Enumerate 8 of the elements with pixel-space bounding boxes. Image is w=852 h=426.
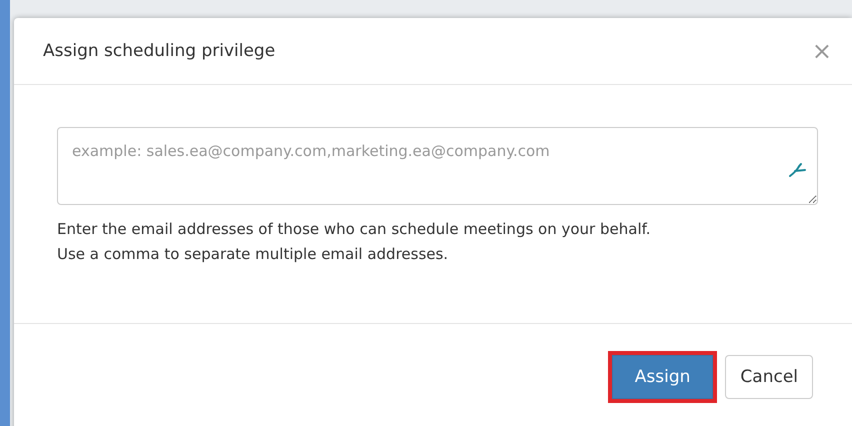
squiggle-icon[interactable]: [787, 162, 807, 178]
email-field[interactable]: example: sales.ea@company.com,marketing.ea@company.com: [57, 127, 818, 205]
help-text: Use a comma to separate multiple email addresses.: [57, 244, 450, 265]
help-text: Enter the email addresses of those who can schedule meetings on your behalf.: [57, 219, 652, 240]
dialog-button[interactable]: Cancel: [725, 355, 813, 399]
dialog-title: Assign scheduling privilege: [43, 41, 276, 61]
dialog-button[interactable]: Assign: [612, 355, 714, 399]
close-button[interactable]: ×: [808, 39, 836, 63]
